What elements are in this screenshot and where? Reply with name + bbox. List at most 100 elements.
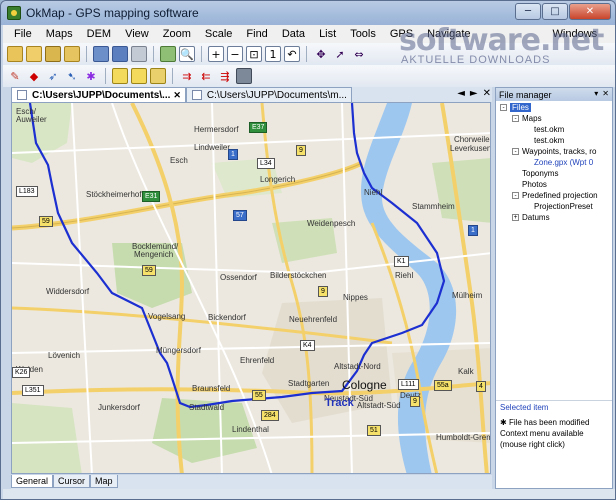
zoom-fit-icon[interactable]: ⊡ bbox=[246, 46, 262, 62]
map-place-label: Mengenich bbox=[134, 250, 174, 259]
map-place-label: Esch bbox=[170, 156, 188, 165]
toponym-icon[interactable]: ✱ bbox=[83, 68, 99, 84]
zoom-out-icon[interactable]: − bbox=[227, 46, 243, 62]
menu-windows[interactable]: Windows bbox=[546, 28, 605, 40]
tree-node-label: Datums bbox=[522, 213, 550, 222]
tab-document-1[interactable]: C:\Users\JUPP\Documents\... ✕ bbox=[11, 87, 186, 102]
file-manager-header[interactable]: File manager ▾ ✕ bbox=[496, 88, 612, 101]
menu-data[interactable]: Data bbox=[275, 28, 312, 40]
menu-tools[interactable]: Tools bbox=[343, 28, 383, 40]
road-number-badge: 4 bbox=[476, 381, 486, 392]
tab-cursor[interactable]: Cursor bbox=[53, 475, 91, 488]
tree-node[interactable]: Toponyms bbox=[512, 169, 558, 178]
tree-node[interactable]: - Waypoints, tracks, ro bbox=[512, 147, 596, 156]
collapse-icon[interactable]: - bbox=[500, 104, 507, 111]
road-number-badge: L34 bbox=[257, 158, 275, 169]
gps-live-icon[interactable]: ⇶ bbox=[217, 68, 233, 84]
zoom-in-icon[interactable]: + bbox=[208, 46, 224, 62]
waypoint-icon[interactable]: ◆ bbox=[26, 68, 42, 84]
map-place-label: Chorweiler bbox=[454, 135, 491, 144]
tab-document-2[interactable]: C:\Users\JUPP\Documents\m... bbox=[185, 87, 352, 102]
open-data-icon[interactable] bbox=[45, 46, 61, 62]
print-icon[interactable] bbox=[131, 46, 147, 62]
route-icon[interactable]: ➶ bbox=[45, 68, 61, 84]
main-toolbar: 🔍 + − ⊡ 1 ↶ ✥ ➚ ⇔ bbox=[3, 43, 615, 65]
collapse-icon[interactable]: - bbox=[512, 192, 519, 199]
save-icon[interactable] bbox=[93, 46, 109, 62]
toolbar-separator bbox=[153, 46, 154, 62]
map-calibrate-icon[interactable] bbox=[160, 46, 176, 62]
road-number-badge: K26 bbox=[12, 367, 31, 378]
menu-gps[interactable]: GPS bbox=[383, 28, 420, 40]
tree-node-label: test.okm bbox=[534, 125, 565, 134]
tree-node[interactable]: Photos bbox=[512, 180, 547, 189]
tab-general[interactable]: General bbox=[11, 475, 54, 488]
area-icon[interactable] bbox=[150, 68, 166, 84]
menu-dem[interactable]: DEM bbox=[80, 28, 118, 40]
tree-node[interactable]: Zone.gpx (Wpt 0 bbox=[524, 158, 593, 167]
map-place-label: Bickendorf bbox=[208, 313, 246, 322]
road-number-badge: E37 bbox=[249, 122, 268, 133]
tree-node-label: Photos bbox=[522, 180, 547, 189]
select-icon[interactable]: ➚ bbox=[332, 46, 348, 62]
road-number-badge: 9 bbox=[410, 396, 420, 407]
close-button[interactable]: ✕ bbox=[569, 3, 611, 20]
tree-node[interactable]: test.okm bbox=[524, 125, 564, 134]
map-place-label: Stadtwald bbox=[189, 403, 225, 412]
menu-find[interactable]: Find bbox=[239, 28, 274, 40]
menu-list[interactable]: List bbox=[312, 28, 343, 40]
app-logo-icon bbox=[7, 6, 21, 20]
open-track-icon[interactable] bbox=[64, 46, 80, 62]
collapse-icon[interactable]: - bbox=[512, 115, 519, 122]
title-bar[interactable]: OkMap - GPS mapping software ─ □ ✕ bbox=[1, 1, 615, 25]
menu-zoom[interactable]: Zoom bbox=[156, 28, 198, 40]
maximize-button[interactable]: □ bbox=[542, 3, 568, 20]
map-place-label: Humboldt-Gremberg bbox=[436, 433, 490, 442]
open-folder-icon[interactable] bbox=[26, 46, 42, 62]
map-city-label: Cologne bbox=[342, 378, 387, 392]
gps-receive-icon[interactable]: ⇇ bbox=[198, 68, 214, 84]
tab-map[interactable]: Map bbox=[90, 475, 118, 488]
expand-icon[interactable]: + bbox=[512, 214, 519, 221]
zoom-100-icon[interactable]: 1 bbox=[265, 46, 281, 62]
tabs-navigation: ◄ ► ✕ bbox=[457, 88, 491, 99]
close-document-icon[interactable]: ✕ bbox=[483, 88, 491, 99]
open-map-icon[interactable] bbox=[7, 46, 23, 62]
zoom-prev-icon[interactable]: ↶ bbox=[284, 46, 300, 62]
track-icon[interactable]: ➷ bbox=[64, 68, 80, 84]
pencil-icon[interactable]: ✎ bbox=[7, 68, 23, 84]
minimize-button[interactable]: ─ bbox=[515, 3, 541, 20]
map-place-label: Weidenpesch bbox=[307, 219, 356, 228]
tree-node[interactable]: - Files bbox=[500, 103, 531, 112]
tree-node[interactable]: + Datums bbox=[512, 213, 550, 222]
save-all-icon[interactable] bbox=[112, 46, 128, 62]
road-number-badge: K4 bbox=[300, 340, 315, 351]
legend-text: (mouse right click) bbox=[500, 440, 565, 449]
tree-node[interactable]: test.okm bbox=[524, 136, 564, 145]
collapse-icon[interactable]: - bbox=[512, 148, 519, 155]
panel-pin-icon[interactable]: ▾ bbox=[594, 89, 598, 98]
legend-row: (mouse right click) bbox=[500, 440, 608, 449]
tab-close-icon[interactable]: ✕ bbox=[173, 90, 181, 101]
tree-node[interactable]: - Maps bbox=[512, 114, 542, 123]
ruler-icon[interactable] bbox=[112, 68, 128, 84]
menu-maps[interactable]: Maps bbox=[39, 28, 80, 40]
road-number-badge: L183 bbox=[16, 186, 38, 197]
tree-node[interactable]: - Predefined projection bbox=[512, 191, 598, 200]
road-number-badge: 9 bbox=[318, 286, 328, 297]
tab-scroll-left-icon[interactable]: ◄ bbox=[457, 88, 465, 99]
menu-scale[interactable]: Scale bbox=[198, 28, 240, 40]
menu-navigate[interactable]: Navigate bbox=[420, 28, 477, 40]
menu-file[interactable]: File bbox=[7, 28, 39, 40]
tab-scroll-right-icon[interactable]: ► bbox=[470, 88, 478, 99]
zoom-window-icon[interactable]: 🔍 bbox=[179, 46, 195, 62]
gps-device-icon[interactable] bbox=[236, 68, 252, 84]
map-canvas[interactable]: Esch/Auweiler Hermersdorf Esch Lindweiler Lo… bbox=[11, 102, 491, 474]
measure-icon[interactable]: ⇔ bbox=[351, 46, 367, 62]
panel-close-icon[interactable]: ✕ bbox=[602, 89, 609, 98]
gps-send-icon[interactable]: ⇉ bbox=[179, 68, 195, 84]
menu-view[interactable]: View bbox=[118, 28, 156, 40]
ruler-alt-icon[interactable] bbox=[131, 68, 147, 84]
pan-icon[interactable]: ✥ bbox=[313, 46, 329, 62]
tree-node[interactable]: ProjectionPreset bbox=[524, 202, 593, 211]
